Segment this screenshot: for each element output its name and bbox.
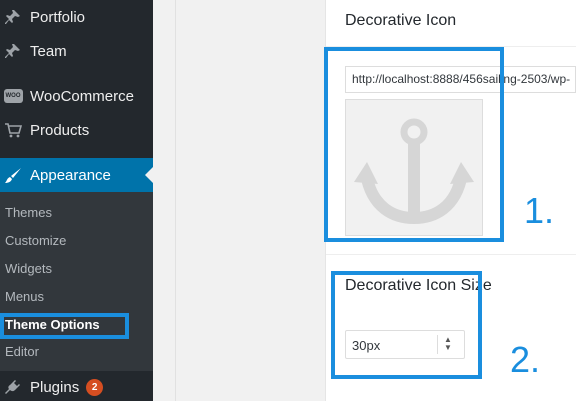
menu-item-team[interactable]: Team (0, 34, 153, 68)
divider (326, 254, 576, 255)
admin-sidebar: Portfolio Team WOO WooCommerce Products … (0, 0, 153, 401)
menu-item-portfolio[interactable]: Portfolio (0, 0, 153, 34)
menu-item-label: Appearance (30, 166, 111, 184)
cart-icon (3, 120, 23, 140)
menu-item-label: WooCommerce (30, 87, 134, 105)
menu-item-woocommerce[interactable]: WOO WooCommerce (0, 79, 153, 113)
menu-item-label: Team (30, 42, 67, 60)
menu-item-appearance[interactable]: Appearance (0, 158, 153, 192)
active-indicator-arrow (145, 167, 153, 183)
plug-icon (3, 377, 23, 397)
menu-item-label: Plugins (30, 378, 80, 396)
submenu-item-menus[interactable]: Menus (5, 289, 44, 304)
submenu-item-widgets[interactable]: Widgets (5, 261, 52, 276)
menu-item-label: Products (30, 121, 90, 139)
woocommerce-logo-text: WOO (3, 89, 23, 103)
annotation-number-1: 1. (524, 190, 555, 231)
annotation-box-theme-options (0, 313, 129, 339)
woocommerce-icon: WOO (3, 86, 23, 106)
pin-icon (3, 41, 23, 61)
annotation-number-2: 2. (510, 339, 541, 380)
pin-icon (3, 7, 23, 27)
menu-item-products[interactable]: Products (0, 113, 153, 147)
submenu-item-editor[interactable]: Editor (5, 344, 39, 359)
menu-item-label: Portfolio (30, 8, 86, 26)
submenu-item-themes[interactable]: Themes (5, 205, 52, 220)
submenu-item-customize[interactable]: Customize (5, 233, 66, 248)
appearance-submenu: Themes Customize Widgets Menus Theme Opt… (0, 192, 153, 371)
update-count-badge: 2 (86, 378, 104, 396)
decorative-icon-title: Decorative Icon (345, 12, 457, 29)
menu-item-plugins[interactable]: Plugins 2 (0, 373, 153, 401)
annotation-box-2 (331, 271, 482, 379)
content-divider (175, 0, 176, 401)
paintbrush-icon (3, 165, 23, 185)
annotation-box-1 (324, 47, 504, 242)
